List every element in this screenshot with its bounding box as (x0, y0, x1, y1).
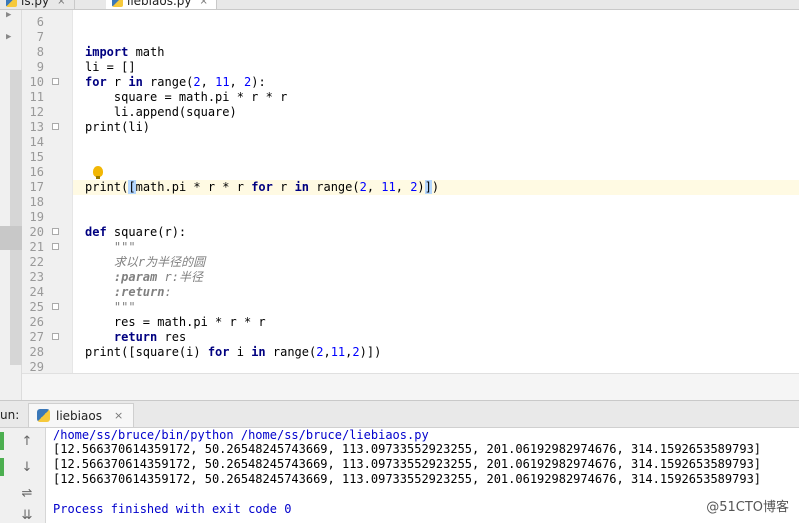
arrow-up-icon[interactable]: ↑ (18, 432, 36, 450)
code-line-11: square = math.pi * r * r (85, 90, 288, 104)
tab-is-py[interactable]: is.py × (0, 0, 75, 9)
fold-marker-icon[interactable] (52, 123, 59, 130)
line-number: 10 (29, 75, 44, 89)
close-icon[interactable]: × (114, 409, 123, 422)
tab-label: liebiaos.py (127, 0, 192, 8)
line-number: 9 (36, 60, 44, 74)
fold-marker-icon[interactable] (52, 228, 59, 235)
tab-liebiaos-py[interactable]: liebiaos.py × (106, 0, 217, 9)
line-number: 7 (36, 30, 44, 44)
line-number: 26 (29, 315, 44, 329)
run-panel-header: un: liebiaos × (0, 400, 799, 428)
code-line-21: """ (85, 240, 136, 254)
line-number: 18 (29, 195, 44, 209)
code-line-12: li.append(square) (85, 105, 237, 119)
run-console[interactable]: /home/ss/bruce/bin/python /home/ss/bruce… (46, 428, 799, 523)
line-number: 23 (29, 270, 44, 284)
line-number: 25 (29, 300, 44, 314)
editor-tab-strip: is.py × liebiaos.py × (0, 0, 799, 10)
code-line-9: li = [] (85, 60, 136, 74)
line-number: 21 (29, 240, 44, 254)
code-line-26: res = math.pi * r * r (85, 315, 266, 329)
code-line-20: def square(r): (85, 225, 187, 239)
code-line-13: print(li) (85, 120, 151, 134)
fold-marker-icon[interactable] (52, 333, 59, 340)
code-line-24: :return: (113, 285, 172, 299)
console-command: /home/ss/bruce/bin/python /home/ss/bruce… (53, 428, 429, 442)
close-icon[interactable]: × (199, 0, 207, 7)
line-number: 24 (29, 285, 44, 299)
line-number: 11 (29, 90, 44, 104)
code-line-28: print([square(i) for i in range(2,11,2)]… (85, 345, 382, 359)
line-number: 13 (29, 120, 44, 134)
expand-arrow-icon[interactable]: ▶ (6, 10, 11, 20)
run-tab-label: liebiaos (56, 408, 102, 423)
soft-wrap-icon[interactable]: ⇌ (18, 484, 36, 502)
line-number: 22 (29, 255, 44, 269)
rerun-indicator (0, 432, 4, 450)
close-icon[interactable]: × (57, 0, 65, 7)
lightbulb-icon[interactable] (93, 166, 103, 179)
code-line-17: print([math.pi * r * r for r in range(2,… (85, 180, 440, 194)
console-exit-message: Process finished with exit code 0 (53, 502, 292, 516)
line-number: 6 (36, 15, 44, 29)
scroll-to-end-icon[interactable]: ⇊ (18, 506, 36, 523)
python-file-icon (37, 409, 50, 422)
line-number: 14 (29, 135, 44, 149)
console-output-line: [12.566370614359172, 50.26548245743669, … (53, 457, 762, 471)
python-file-icon (112, 0, 123, 7)
code-editor[interactable]: import math li = [] for r in range(2, 11… (72, 10, 799, 373)
line-number: 15 (29, 150, 44, 164)
code-line-25: """ (85, 300, 136, 314)
line-number: 28 (29, 345, 44, 359)
fold-marker-icon[interactable] (52, 78, 59, 85)
line-number: 20 (29, 225, 44, 239)
expand-arrow-icon[interactable]: ▶ (6, 32, 11, 42)
line-number: 27 (29, 330, 44, 344)
code-line-10: for r in range(2, 11, 2): (85, 75, 266, 89)
line-number: 12 (29, 105, 44, 119)
python-file-icon (6, 0, 17, 7)
run-tab-liebiaos[interactable]: liebiaos × (28, 403, 135, 427)
console-output-line: [12.566370614359172, 50.26548245743669, … (53, 472, 762, 486)
line-number-gutter: 6 7 8 9 10 11 12 13 14 15 16 17 18 19 20 21 22 23 24 25 26 27… (22, 10, 72, 400)
line-number: 8 (36, 45, 44, 59)
code-line-22: 求以r为半径的圆 (85, 255, 206, 269)
fold-marker-icon[interactable] (52, 243, 59, 250)
console-output-line: [12.566370614359172, 50.26548245743669, … (53, 442, 762, 456)
line-number: 19 (29, 210, 44, 224)
watermark: @51CTO博客 (704, 496, 791, 515)
tab-label: is.py (21, 0, 50, 8)
code-line-27: return res (113, 330, 187, 344)
fold-marker-icon[interactable] (52, 303, 59, 310)
line-number: 16 (29, 165, 44, 179)
arrow-down-icon[interactable]: ↓ (18, 458, 36, 476)
editor-bottom-area (22, 373, 799, 400)
stop-indicator (0, 458, 4, 476)
run-toolbar: ↑ ↓ ⇌ ⇊ (0, 428, 46, 523)
code-line-23: :param r:半径 (113, 270, 203, 284)
line-number: 17 (29, 180, 44, 194)
code-line-8: import math (85, 45, 165, 59)
run-panel-label: un: (0, 408, 20, 422)
